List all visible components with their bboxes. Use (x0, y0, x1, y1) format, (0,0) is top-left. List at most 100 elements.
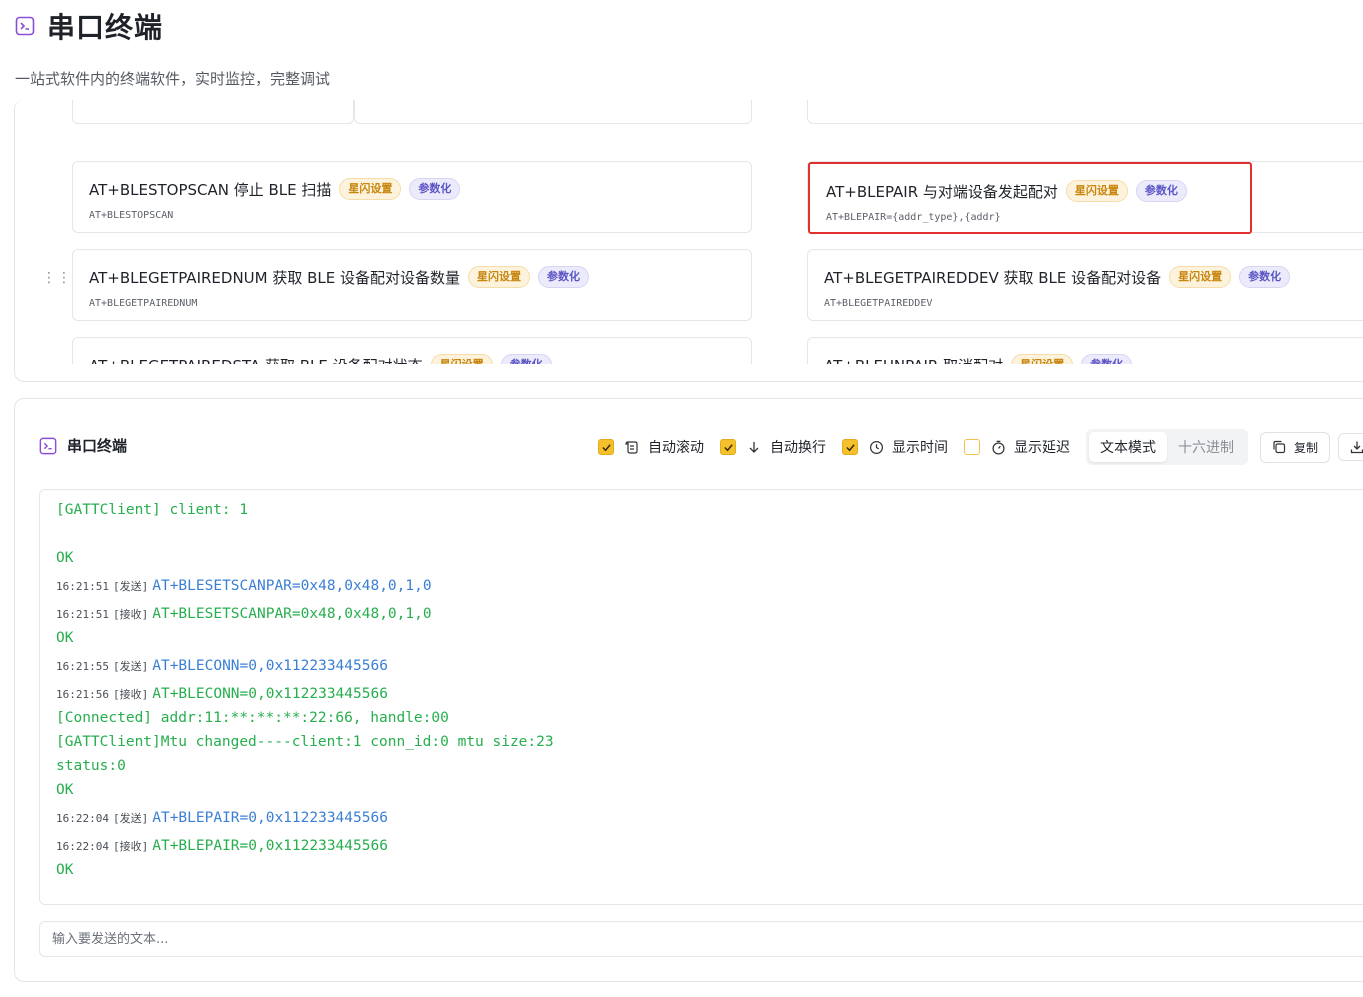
line-text: AT+BLECONN=0,0x112233445566 (152, 658, 388, 674)
terminal-line: OK (56, 630, 74, 646)
line-text: AT+BLESETSCANPAR=0x48,0x48,0,1,0 (152, 606, 432, 622)
terminal-line-received: 16:21:51 [接收] AT+BLESETSCANPAR=0x48,0x48,0… (56, 606, 432, 622)
timestamp: 16:21:56 (56, 688, 109, 701)
tag-flash: 星闪设置 (1011, 354, 1074, 364)
command-card-partial[interactable] (354, 100, 752, 124)
terminal-line: [GATTClient]Mtu changed----client:1 conn… (56, 734, 554, 750)
show-delay-option[interactable]: 显示延迟 (964, 437, 1070, 457)
timestamp: 16:22:04 (56, 840, 109, 853)
auto-scroll-label: 自动滚动 (648, 440, 704, 456)
line-text: AT+BLEPAIR=0,0x112233445566 (152, 838, 388, 854)
command-card-partial[interactable] (72, 100, 354, 124)
direction-tag: [发送] (112, 580, 149, 593)
terminal-line: [GATTClient] client: 1 (56, 502, 249, 518)
tag-flash: 星闪设置 (430, 354, 493, 364)
line-text: AT+BLESETSCANPAR=0x48,0x48,0,1,0 (152, 578, 432, 594)
command-title: AT+BLEPAIR 与对端设备发起配对 (826, 182, 1058, 201)
tag-param: 参数化 (500, 354, 552, 364)
terminal-line: [Connected] addr:11:**:**:**:22:66, hand… (56, 710, 449, 726)
timestamp: 16:21:51 (56, 608, 109, 621)
terminal-line: status:0 (56, 758, 126, 774)
command-card-blepair[interactable]: AT+BLEPAIR 与对端设备发起配对 星闪设置 参数化 AT+BLEPAIR… (808, 162, 1252, 234)
terminal-line-sent: 16:21:51 [发送] AT+BLESETSCANPAR=0x48,0x48,0… (56, 578, 432, 594)
auto-scroll-option[interactable]: 自动滚动 (598, 437, 704, 457)
direction-tag: [发送] (112, 812, 149, 825)
command-syntax: AT+BLEGETPAIREDDEV (824, 298, 933, 309)
show-time-checkbox[interactable] (842, 439, 858, 455)
show-delay-checkbox[interactable] (964, 439, 980, 455)
tag-param: 参数化 (409, 178, 461, 200)
display-mode-toggle: 文本模式 十六进制 (1086, 429, 1248, 465)
terminal-line-sent: 16:21:55 [发送] AT+BLECONN=0,0x112233445566 (56, 658, 388, 674)
page-header: 串口终端 (15, 6, 163, 46)
command-list-panel: AT+BLESTOPSCAN 停止 BLE 扫描 星闪设置 参数化 AT+BLE… (14, 100, 1363, 382)
auto-scroll-checkbox[interactable] (598, 439, 614, 455)
command-title: AT+BLEGETPAIREDDEV 获取 BLE 设备配对设备 (824, 268, 1162, 287)
terminal-toolbar: 自动滚动 自动换行 显示时间 显示延迟 文本模式 十六进制 复制 (598, 429, 1363, 465)
terminal-output[interactable]: [GATTClient] client: 1 OK 16:21:51 [发送] AT… (39, 489, 1363, 905)
terminal-line-received: 16:21:56 [接收] AT+BLECONN=0,0x112233445566 (56, 686, 388, 702)
timestamp: 16:22:04 (56, 812, 109, 825)
download-icon (1350, 441, 1363, 454)
copy-label: 复制 (1294, 440, 1319, 455)
tag-flash: 星闪设置 (339, 178, 402, 200)
terminal-line-received: 16:22:04 [接收] AT+BLEPAIR=0,0x112233445566 (56, 838, 388, 854)
command-title: AT+BLEUNPAIR 取消配对 (824, 355, 1003, 365)
command-card-blegetpaireddev[interactable]: AT+BLEGETPAIREDDEV 获取 BLE 设备配对设备 星闪设置 参数… (807, 249, 1363, 321)
line-text: AT+BLEPAIR=0,0x112233445566 (152, 810, 388, 826)
download-button[interactable] (1338, 433, 1363, 461)
tag-param: 参数化 (1081, 354, 1133, 364)
show-time-option[interactable]: 显示时间 (842, 437, 948, 457)
page-subtitle: 一站式软件内的终端软件，实时监控，完整调试 (15, 70, 331, 88)
copy-button[interactable]: 复制 (1260, 431, 1331, 463)
auto-wrap-option[interactable]: 自动换行 (720, 437, 826, 457)
text-mode-button[interactable]: 文本模式 (1089, 432, 1167, 462)
terminal-icon (39, 437, 57, 454)
terminal-panel: 串口终端 自动滚动 自动换行 显示时间 显示延迟 文本模式 十六进制 复制 [G… (14, 398, 1363, 982)
tag-param: 参数化 (1135, 180, 1187, 202)
command-syntax: AT+BLEGETPAIREDNUM (89, 298, 198, 309)
terminal-line: OK (56, 862, 74, 878)
direction-tag: [发送] (112, 660, 149, 673)
drag-handle-icon[interactable]: ⋮⋮ (42, 271, 72, 285)
terminal-line: OK (56, 782, 74, 798)
direction-tag: [接收] (112, 608, 149, 621)
terminal-title: 串口终端 (67, 437, 128, 455)
direction-tag: [接收] (112, 688, 149, 701)
command-card-partial[interactable] (807, 100, 1363, 124)
command-syntax: AT+BLEPAIR={addr_type},{addr} (826, 212, 1001, 223)
command-title: AT+BLEGETPAIREDNUM 获取 BLE 设备配对设备数量 (89, 268, 461, 287)
clock-icon (868, 439, 884, 455)
command-title: AT+BLESTOPSCAN 停止 BLE 扫描 (89, 180, 332, 199)
timestamp: 16:21:55 (56, 660, 109, 673)
command-card-blestopscan[interactable]: AT+BLESTOPSCAN 停止 BLE 扫描 星闪设置 参数化 AT+BLE… (72, 161, 752, 233)
tag-param: 参数化 (1239, 266, 1291, 288)
send-text-input[interactable] (39, 921, 1363, 957)
copy-icon (1273, 440, 1286, 454)
arrow-down-icon (746, 439, 762, 455)
line-text: AT+BLECONN=0,0x112233445566 (152, 686, 388, 702)
command-card-blegetpairedsta[interactable]: AT+BLEGETPAIREDSTA 获取 BLE 设备配对状态 星闪设置 参数… (72, 337, 752, 364)
tag-param: 参数化 (538, 266, 590, 288)
timestamp: 16:21:51 (56, 580, 109, 593)
command-title: AT+BLEGETPAIREDSTA 获取 BLE 设备配对状态 (89, 355, 423, 365)
command-card-blegetpairednum[interactable]: AT+BLEGETPAIREDNUM 获取 BLE 设备配对设备数量 星闪设置 … (72, 249, 752, 321)
command-list-scroll[interactable]: AT+BLESTOPSCAN 停止 BLE 扫描 星闪设置 参数化 AT+BLE… (15, 100, 1363, 364)
hex-mode-button[interactable]: 十六进制 (1167, 432, 1245, 462)
tag-flash: 星闪设置 (1169, 266, 1232, 288)
tag-flash: 星闪设置 (468, 266, 531, 288)
show-delay-label: 显示延迟 (1014, 440, 1070, 456)
show-time-label: 显示时间 (892, 440, 948, 456)
terminal-icon (15, 16, 35, 36)
tag-flash: 星闪设置 (1065, 180, 1128, 202)
command-card-bleunpair[interactable]: AT+BLEUNPAIR 取消配对 星闪设置 参数化 (807, 337, 1363, 364)
scroll-icon (624, 439, 640, 455)
command-syntax: AT+BLESTOPSCAN (89, 210, 174, 221)
timer-icon (990, 439, 1006, 455)
auto-wrap-label: 自动换行 (770, 440, 826, 456)
auto-wrap-checkbox[interactable] (720, 439, 736, 455)
terminal-header: 串口终端 (39, 435, 127, 456)
direction-tag: [接收] (112, 840, 149, 853)
terminal-line: OK (56, 550, 74, 566)
page-title: 串口终端 (47, 11, 164, 44)
